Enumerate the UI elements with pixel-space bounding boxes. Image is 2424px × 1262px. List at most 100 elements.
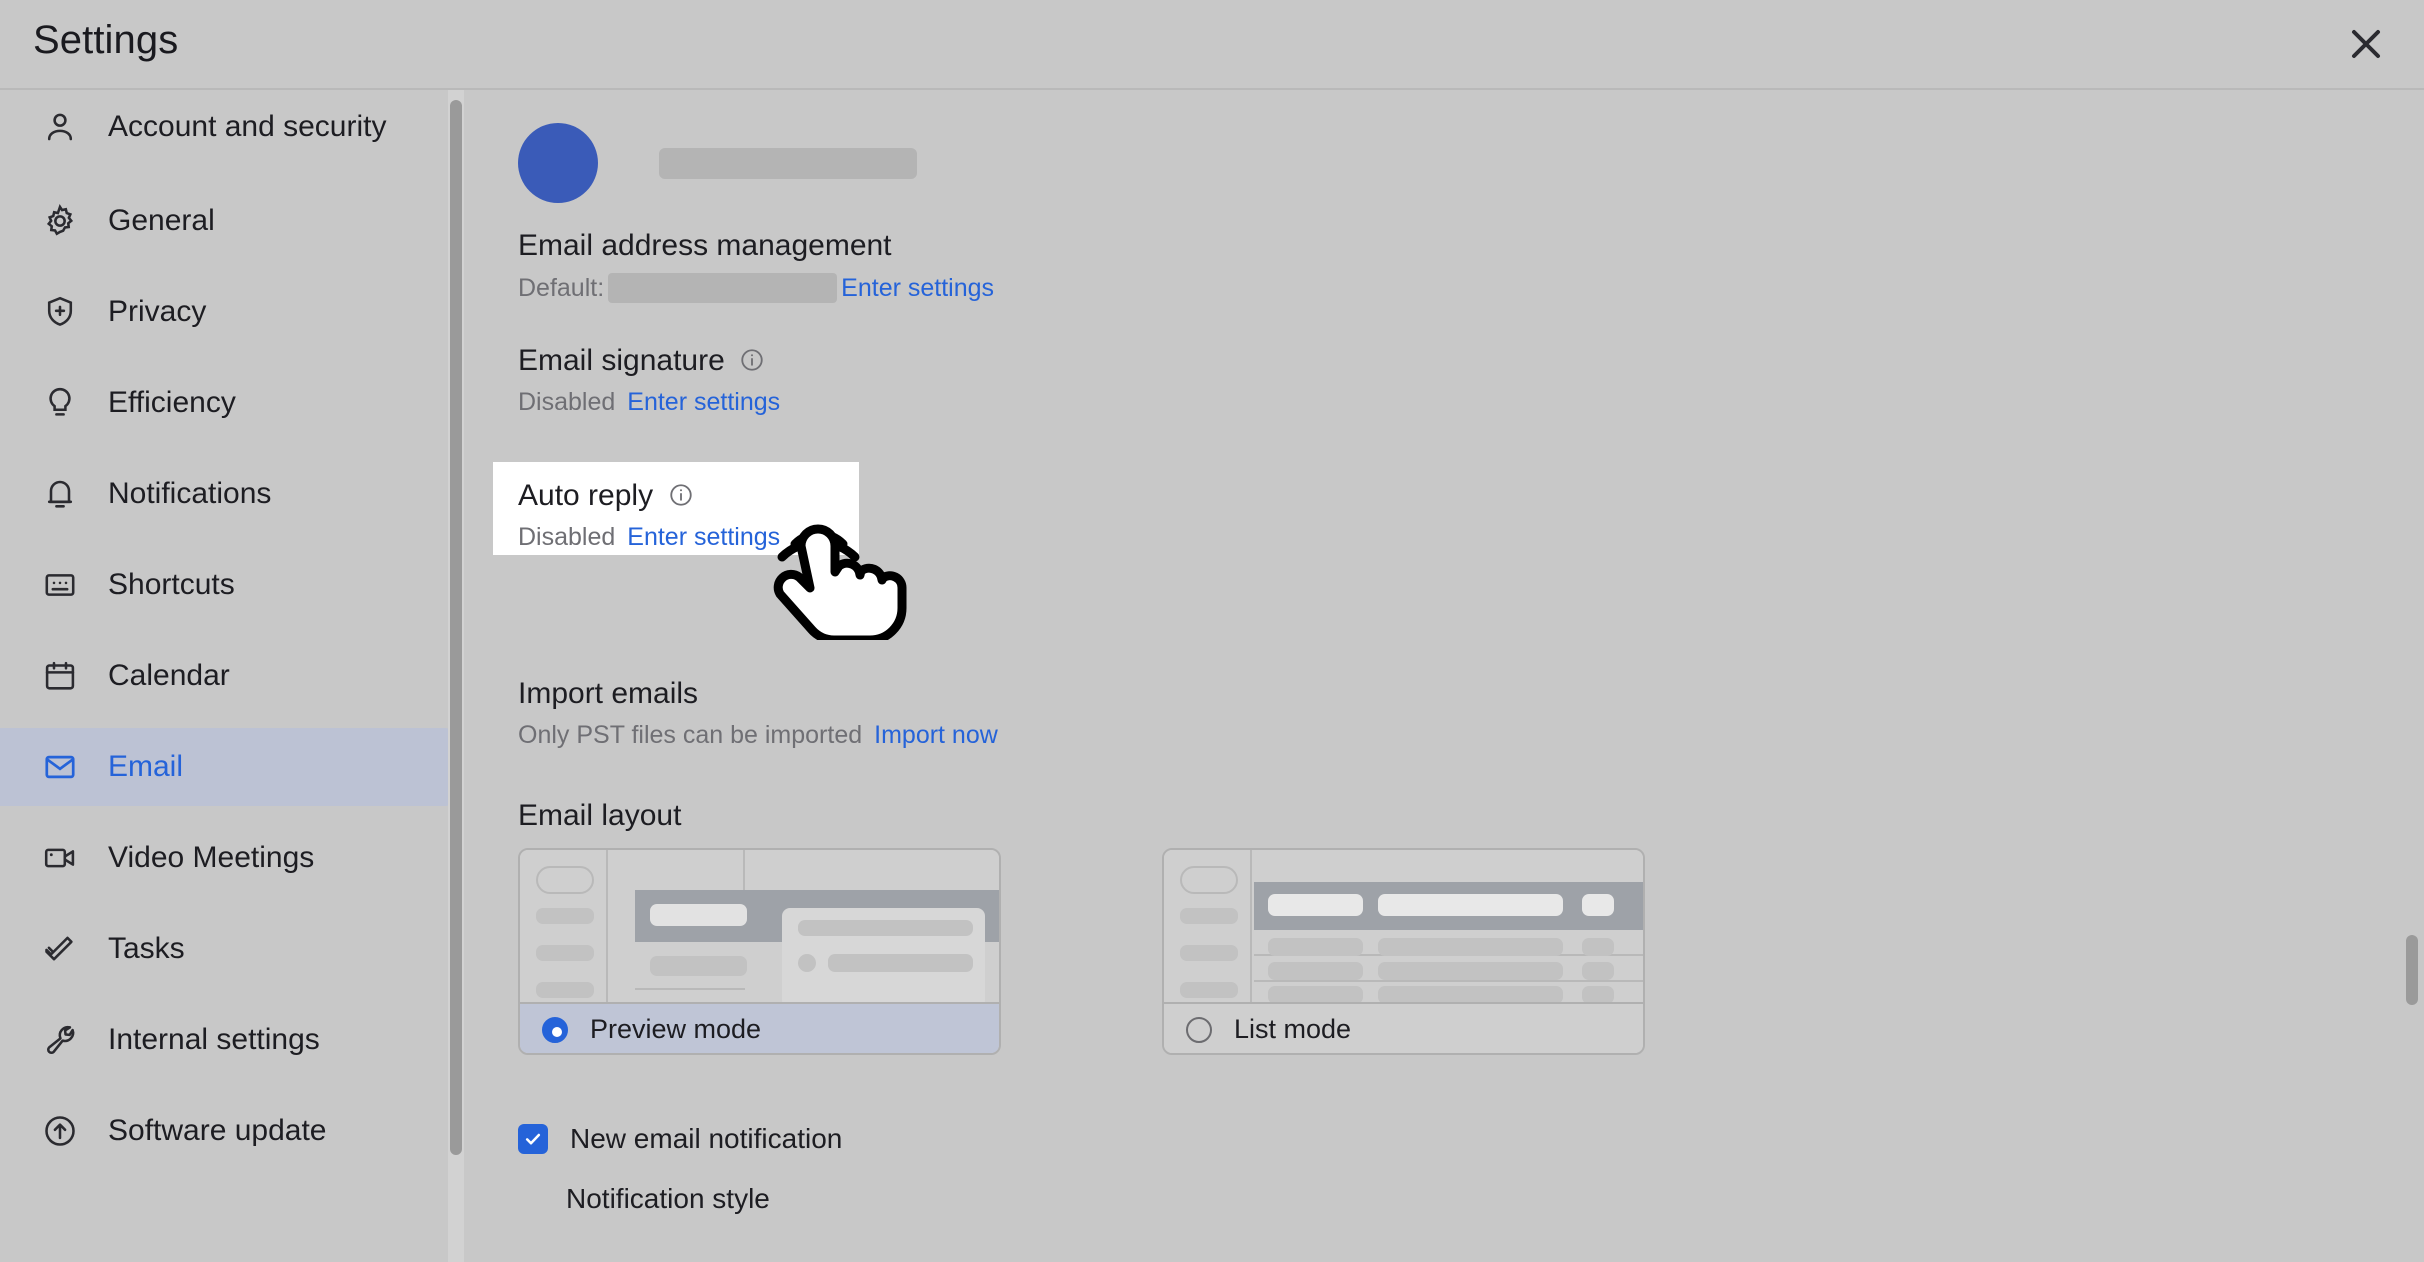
email-signature-section: Email signature Disabled Enter settings	[518, 344, 780, 417]
sidebar-item-software-update[interactable]: Software update	[0, 1092, 455, 1170]
section-title: Auto reply	[518, 479, 654, 512]
new-email-notification-checkbox[interactable]	[518, 1124, 548, 1154]
import-emails-note-row: Only PST files can be imported Import no…	[518, 721, 998, 750]
mock-bar	[536, 945, 594, 961]
sidebar-item-efficiency[interactable]: Efficiency	[0, 364, 455, 442]
mock-bar	[798, 920, 973, 936]
email-address-enter-settings-link[interactable]: Enter settings	[841, 274, 994, 303]
check-pen-icon	[38, 927, 82, 971]
list-mode-mockup	[1164, 850, 1643, 1004]
mock-bar	[536, 982, 594, 998]
sidebar-item-label: Notifications	[108, 477, 272, 510]
mock-bar	[1180, 982, 1238, 998]
person-icon	[38, 105, 82, 149]
preview-mode-radio[interactable]	[542, 1016, 568, 1043]
email-layout-title: Email layout	[518, 799, 682, 832]
profile-name-redacted	[659, 147, 917, 179]
mock-bar	[1378, 894, 1563, 916]
sidebar-item-email[interactable]: Email	[0, 728, 455, 806]
new-email-notification-label: New email notification	[570, 1123, 843, 1154]
sidebar-item-label: Calendar	[108, 659, 230, 692]
sidebar-scrollbar-thumb[interactable]	[450, 100, 462, 1155]
mock-dot	[798, 954, 816, 972]
info-icon[interactable]	[739, 347, 765, 378]
sidebar-item-notifications[interactable]: Notifications	[0, 455, 455, 533]
section-title: Email signature	[518, 344, 725, 377]
sidebar-item-label: Video Meetings	[108, 841, 315, 874]
titlebar: Settings	[0, 0, 2424, 88]
new-email-notification-row[interactable]: New email notification	[518, 1123, 842, 1155]
keyboard-icon	[38, 563, 82, 607]
sidebar-item-label: Privacy	[108, 295, 207, 328]
mock-bar	[1378, 962, 1563, 980]
wrench-icon	[38, 1018, 82, 1062]
main-content: Email address management Default: Enter …	[472, 90, 2424, 1262]
preview-mode-mockup	[520, 850, 999, 1040]
calendar-icon	[38, 654, 82, 698]
settings-window: Settings Account and security General Pr…	[0, 0, 2424, 1262]
mock-bar	[1268, 962, 1363, 980]
lightbulb-icon	[38, 381, 82, 425]
auto-reply-status: Disabled	[518, 523, 616, 551]
section-title: Email address management	[518, 229, 892, 262]
gear-icon	[38, 199, 82, 243]
video-camera-icon	[38, 836, 82, 880]
sidebar-item-label: Internal settings	[108, 1023, 320, 1056]
sidebar-item-privacy[interactable]: Privacy	[0, 273, 455, 351]
mock-bar	[650, 904, 747, 926]
sidebar-item-calendar[interactable]: Calendar	[0, 637, 455, 715]
content-scrollbar-thumb[interactable]	[2406, 935, 2418, 1005]
email-signature-enter-settings-link[interactable]: Enter settings	[627, 388, 780, 417]
sidebar-item-internal-settings[interactable]: Internal settings	[0, 1001, 455, 1079]
sidebar-item-label: Efficiency	[108, 386, 236, 419]
import-now-link[interactable]: Import now	[874, 721, 998, 750]
email-signature-status: Disabled	[518, 388, 616, 416]
shield-plus-icon	[38, 290, 82, 334]
sidebar-item-label: Email	[108, 750, 184, 783]
mock-bar	[1582, 962, 1614, 980]
mock-bar	[1268, 938, 1363, 956]
sidebar-item-video-meetings[interactable]: Video Meetings	[0, 819, 455, 897]
email-layout-option-list-mode[interactable]: List mode	[1162, 848, 1645, 1055]
sidebar: Account and security General Privacy Eff…	[0, 90, 472, 1262]
sidebar-item-general[interactable]: General	[0, 182, 455, 260]
bell-icon	[38, 472, 82, 516]
email-layout-option-preview-mode[interactable]: Preview mode	[518, 848, 1001, 1055]
email-address-management-section: Email address management Default: Enter …	[518, 229, 994, 303]
sidebar-item-account-and-security[interactable]: Account and security	[0, 90, 455, 166]
mock-bar	[1180, 945, 1238, 961]
mock-bar	[1582, 938, 1614, 956]
sidebar-item-label: Shortcuts	[108, 568, 235, 601]
avatar[interactable]	[518, 123, 598, 203]
mock-bar	[1582, 894, 1614, 916]
auto-reply-enter-settings-link[interactable]: Enter settings	[627, 523, 780, 552]
auto-reply-section: Auto reply Disabled Enter settings	[518, 479, 780, 552]
info-icon[interactable]	[668, 482, 694, 513]
profile-row	[518, 123, 917, 203]
list-mode-radio[interactable]	[1186, 1016, 1212, 1043]
sidebar-item-shortcuts[interactable]: Shortcuts	[0, 546, 455, 624]
mock-bar	[1180, 908, 1238, 924]
email-signature-title-row: Email signature	[518, 344, 780, 378]
mock-bar	[650, 956, 747, 976]
close-icon[interactable]	[2338, 16, 2394, 72]
import-emails-section: Import emails Only PST files can be impo…	[518, 677, 998, 750]
up-arrow-circle-icon	[38, 1109, 82, 1153]
mock-compose-button	[536, 866, 594, 894]
section-title: Import emails	[518, 677, 699, 710]
email-signature-status-row: Disabled Enter settings	[518, 388, 780, 417]
notification-style-title: Notification style	[566, 1183, 770, 1214]
default-email-redacted	[608, 273, 838, 303]
auto-reply-status-row: Disabled Enter settings	[518, 523, 780, 552]
sidebar-item-label: Software update	[108, 1114, 327, 1147]
sidebar-item-tasks[interactable]: Tasks	[0, 910, 455, 988]
page-title: Settings	[33, 18, 179, 62]
email-address-row: Default: Enter settings	[518, 273, 994, 303]
envelope-icon	[38, 745, 82, 789]
sidebar-item-label: Account and security	[108, 110, 387, 143]
preview-mode-footer[interactable]: Preview mode	[520, 1002, 999, 1053]
list-mode-footer[interactable]: List mode	[1164, 1002, 1643, 1053]
mock-bar	[828, 954, 973, 972]
mock-bar	[1378, 938, 1563, 956]
mock-compose-button	[1180, 866, 1238, 894]
